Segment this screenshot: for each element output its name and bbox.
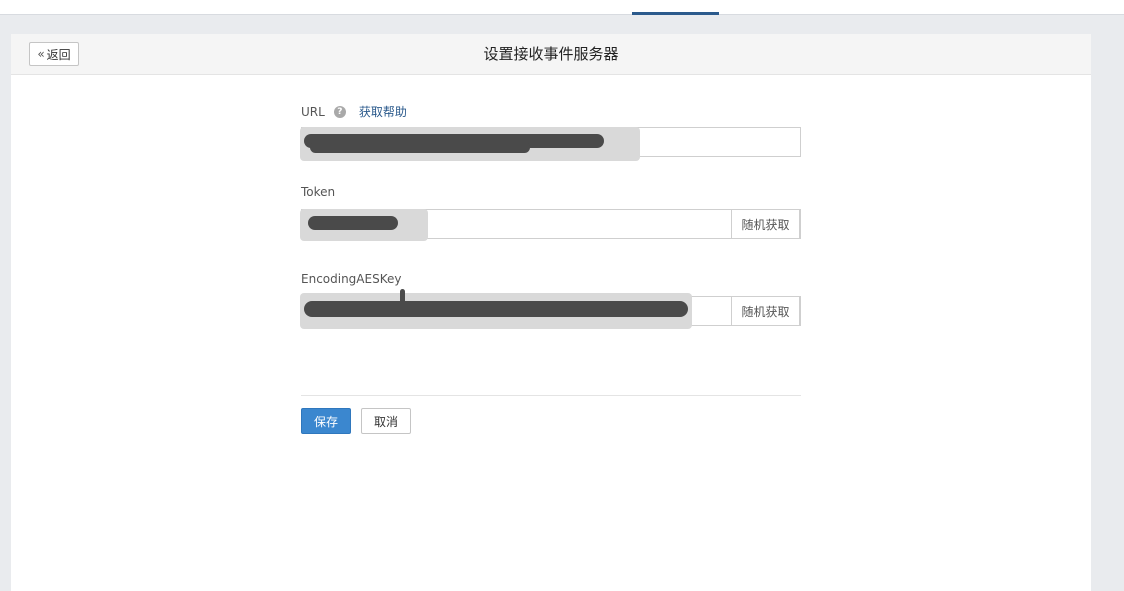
url-input[interactable] <box>300 127 801 161</box>
page-title: 设置接收事件服务器 <box>483 45 619 63</box>
active-tab-indicator <box>632 12 719 15</box>
redaction-mark <box>400 289 405 307</box>
form-divider <box>301 395 801 396</box>
token-label-text: Token <box>301 185 336 199</box>
aes-key-field-label: EncodingAESKey <box>301 272 401 286</box>
token-random-button[interactable]: 随机获取 <box>731 209 800 239</box>
question-circle-icon[interactable]: ? <box>333 105 346 118</box>
aes-key-label-text: EncodingAESKey <box>301 272 402 286</box>
cancel-button[interactable]: 取消 <box>361 408 411 434</box>
get-help-link[interactable]: 获取帮助 <box>359 103 407 120</box>
aes-key-input[interactable]: 随机获取 <box>300 289 801 329</box>
settings-card: « 返回 设置接收事件服务器 URL ? 获取帮助 Token 随机获取 Enc… <box>11 34 1091 591</box>
save-button[interactable]: 保存 <box>301 408 351 434</box>
aes-key-random-button[interactable]: 随机获取 <box>731 296 800 326</box>
top-nav-bar <box>0 0 1124 15</box>
card-header: « 返回 设置接收事件服务器 <box>11 34 1091 75</box>
token-field-label: Token <box>301 185 335 199</box>
redaction-mark <box>308 216 398 230</box>
redaction-mark <box>304 301 688 317</box>
page-right-gutter <box>1091 34 1124 591</box>
url-field-label: URL ? 获取帮助 <box>301 103 407 120</box>
url-label-text: URL <box>301 104 325 119</box>
token-input[interactable]: 随机获取 <box>300 209 801 241</box>
redaction-mark <box>310 142 530 153</box>
